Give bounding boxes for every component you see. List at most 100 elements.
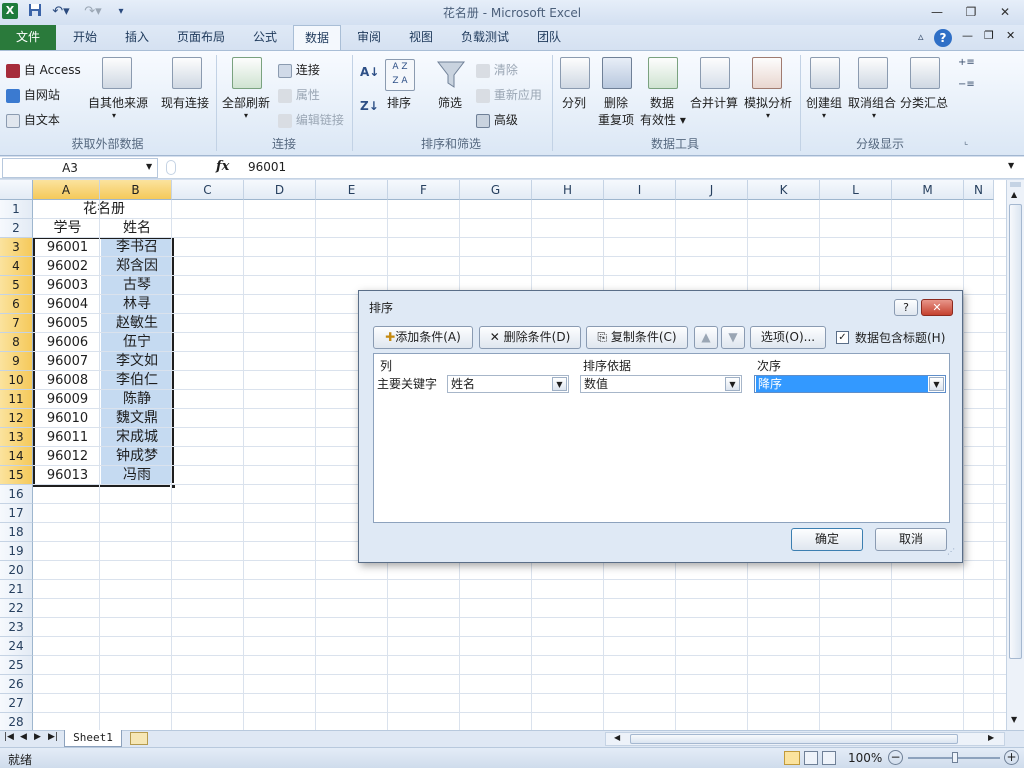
scroll-up-icon[interactable]: ▲ <box>1011 190 1017 199</box>
row-header-19[interactable]: 19 <box>0 542 33 561</box>
delete-level-button[interactable]: ✕ 删除条件(D) <box>479 326 581 349</box>
row-header-6[interactable]: 6 <box>0 295 33 314</box>
cell-student-id[interactable]: 96009 <box>34 390 101 409</box>
tab-team[interactable]: 团队 <box>526 25 572 50</box>
text-to-columns-button[interactable]: 分列 <box>562 94 586 111</box>
close-button[interactable]: ✕ <box>994 3 1016 21</box>
vertical-scrollbar[interactable]: ▲ ▼ <box>1006 180 1024 730</box>
existing-connections-button[interactable]: 现有连接 <box>161 94 209 111</box>
collapse-ribbon-icon[interactable]: ▵ <box>918 30 924 43</box>
tab-page-layout[interactable]: 页面布局 <box>168 25 234 50</box>
column-header-b[interactable]: B <box>100 180 172 200</box>
cell-student-name[interactable]: 李伯仁 <box>101 371 173 390</box>
row-header-21[interactable]: 21 <box>0 580 33 599</box>
row-header-10[interactable]: 10 <box>0 371 33 390</box>
row-header-25[interactable]: 25 <box>0 656 33 675</box>
scroll-down-icon[interactable]: ▼ <box>1011 715 1017 724</box>
column-header-a[interactable]: A <box>33 180 100 200</box>
insert-function-icon[interactable]: fx <box>216 159 229 174</box>
cell-student-name[interactable]: 宋成城 <box>101 428 173 447</box>
cell-student-id[interactable]: 96013 <box>34 466 101 485</box>
sort-button[interactable]: 排序 <box>387 94 411 111</box>
connections-button[interactable]: 连接 <box>278 61 320 78</box>
tab-formulas[interactable]: 公式 <box>242 25 288 50</box>
cell-student-name[interactable]: 赵敏生 <box>101 314 173 333</box>
remove-duplicates-button[interactable]: 删除 <box>604 94 628 111</box>
row-header-20[interactable]: 20 <box>0 561 33 580</box>
tab-data[interactable]: 数据 <box>293 25 341 51</box>
cell-student-id[interactable]: 96008 <box>34 371 101 390</box>
add-level-button[interactable]: ✚添加条件(A) <box>373 326 473 349</box>
page-layout-view-icon[interactable] <box>804 751 818 765</box>
scroll-right-icon[interactable]: ▶ <box>988 733 994 742</box>
page-break-view-icon[interactable] <box>822 751 836 765</box>
from-web-button[interactable]: 自网站 <box>6 86 60 103</box>
ok-button[interactable]: 确定 <box>791 528 863 551</box>
sheet-prev-icon[interactable]: ◀ <box>20 732 27 742</box>
tab-load-test[interactable]: 负载测试 <box>452 25 518 50</box>
move-down-button[interactable]: ▼ <box>721 326 745 349</box>
column-header-l[interactable]: L <box>820 180 892 200</box>
sort-az-icon[interactable]: A↓ <box>360 65 379 79</box>
tab-file[interactable]: 文件 <box>0 25 56 50</box>
has-headers-label[interactable]: 数据包含标题(H) <box>855 329 945 346</box>
row-header-3[interactable]: 3 <box>0 238 33 257</box>
column-header-e[interactable]: E <box>316 180 388 200</box>
column-header-i[interactable]: I <box>604 180 676 200</box>
cell-student-name[interactable]: 魏文鼎 <box>101 409 173 428</box>
zoom-level[interactable]: 100% <box>848 751 882 765</box>
row-header-24[interactable]: 24 <box>0 637 33 656</box>
sort-levels-list[interactable]: 列 排序依据 次序 主要关键字 姓名 ▼ 数值 ▼ 降序 ▼ <box>373 353 950 523</box>
reapply-button[interactable]: 重新应用 <box>476 86 542 103</box>
data-validation-button-line2[interactable]: 有效性 ▾ <box>640 111 686 128</box>
row-header-5[interactable]: 5 <box>0 276 33 295</box>
column-header-j[interactable]: J <box>676 180 748 200</box>
name-box[interactable]: A3 <box>2 158 158 178</box>
cell-student-id[interactable]: 96002 <box>34 257 101 276</box>
sort-za-icon[interactable]: Z↓ <box>360 99 379 113</box>
row-header-2[interactable]: 2 <box>0 219 33 238</box>
minimize-button[interactable]: — <box>926 3 948 21</box>
tab-review[interactable]: 审阅 <box>346 25 392 50</box>
cancel-button[interactable]: 取消 <box>875 528 947 551</box>
sort-on-select[interactable]: 数值 ▼ <box>580 375 742 393</box>
sheet-next-icon[interactable]: ▶ <box>34 732 41 742</box>
cell-student-id[interactable]: 96005 <box>34 314 101 333</box>
column-header-d[interactable]: D <box>244 180 316 200</box>
restore-button[interactable]: ❐ <box>960 3 982 21</box>
row-header-13[interactable]: 13 <box>0 428 33 447</box>
cell-student-name[interactable]: 李书召 <box>101 238 173 257</box>
sheet-first-icon[interactable]: |◀ <box>4 732 14 742</box>
row-header-12[interactable]: 12 <box>0 409 33 428</box>
split-box[interactable] <box>1010 182 1021 187</box>
clear-button[interactable]: 清除 <box>476 61 518 78</box>
zoom-out-icon[interactable]: − <box>888 750 903 765</box>
sort-order-select[interactable]: 降序 ▼ <box>754 375 946 393</box>
workbook-minimize-icon[interactable]: — <box>962 29 973 42</box>
workbook-restore-icon[interactable]: ❐ <box>984 29 994 42</box>
column-header-g[interactable]: G <box>460 180 532 200</box>
workbook-close-icon[interactable]: ✕ <box>1006 29 1015 42</box>
row-header-11[interactable]: 11 <box>0 390 33 409</box>
name-box-dropdown-icon[interactable]: ▼ <box>146 162 152 171</box>
row-header-27[interactable]: 27 <box>0 694 33 713</box>
cell-student-id[interactable]: 96001 <box>34 238 101 257</box>
what-if-button[interactable]: 模拟分析 <box>744 94 792 111</box>
copy-level-button[interactable]: ⎘ 复制条件(C) <box>586 326 688 349</box>
cell-student-id[interactable]: 96006 <box>34 333 101 352</box>
header-id-cell[interactable]: 学号 <box>34 219 101 238</box>
zoom-in-icon[interactable]: + <box>1004 750 1019 765</box>
cell-student-name[interactable]: 钟成梦 <box>101 447 173 466</box>
has-headers-checkbox[interactable]: ✓ <box>836 331 849 344</box>
sheet-tab-sheet1[interactable]: Sheet1 <box>64 730 122 747</box>
options-button[interactable]: 选项(O)... <box>750 326 826 349</box>
resize-grip-icon[interactable]: ⋰ <box>947 547 955 556</box>
cell-student-name[interactable]: 冯雨 <box>101 466 173 485</box>
tab-insert[interactable]: 插入 <box>114 25 160 50</box>
horizontal-scrollbar[interactable]: ◀ ▶ <box>605 732 1005 746</box>
from-text-button[interactable]: 自文本 <box>6 111 60 128</box>
cell-student-id[interactable]: 96003 <box>34 276 101 295</box>
cell-student-id[interactable]: 96004 <box>34 295 101 314</box>
consolidate-button[interactable]: 合并计算 <box>690 94 738 111</box>
column-header-f[interactable]: F <box>388 180 460 200</box>
